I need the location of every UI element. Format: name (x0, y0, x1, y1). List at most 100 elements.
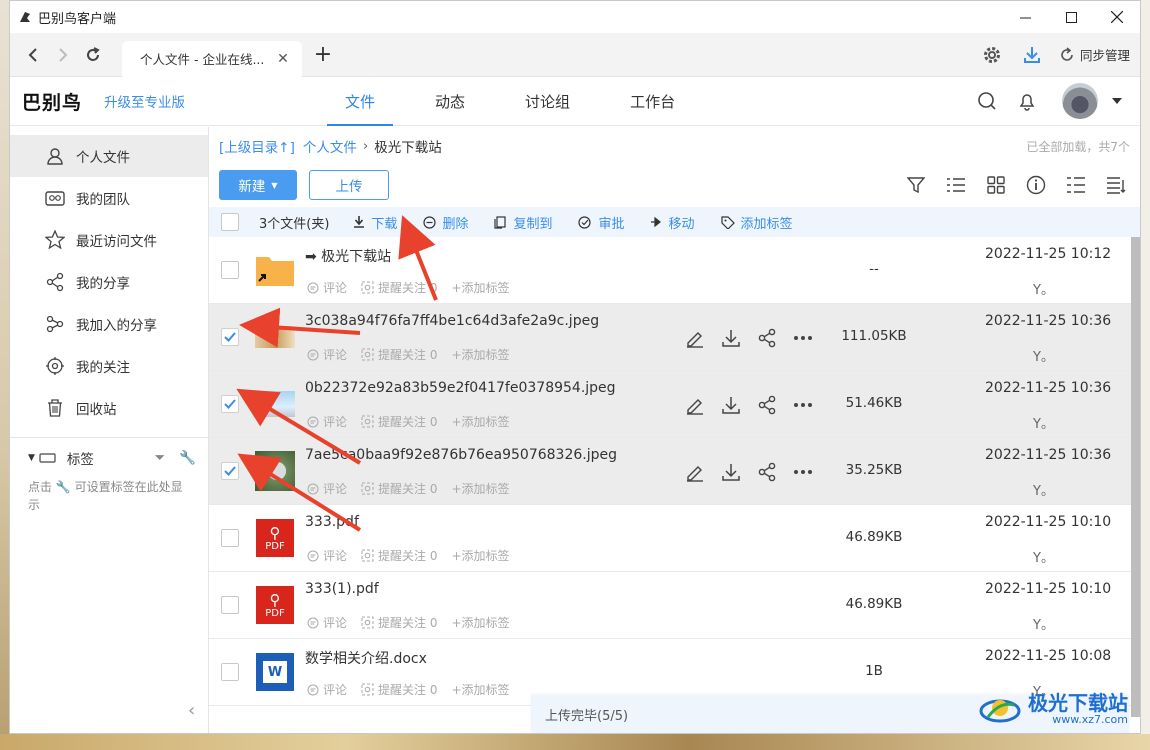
follow-link[interactable]: 提醒关注 0 (361, 480, 437, 497)
forward-button[interactable] (48, 40, 78, 70)
wrench-icon[interactable]: 🔧 (179, 450, 196, 466)
file-name[interactable]: 3c038a94f76fa7ff4be1c64d3afe2a9c.jpeg (305, 313, 599, 329)
add-tag-link[interactable]: +添加标签 (451, 346, 509, 363)
move-button[interactable]: 移动 (650, 213, 695, 232)
download-icon[interactable] (719, 393, 743, 417)
breadcrumb-parent[interactable]: 个人文件 (303, 136, 357, 156)
share-icon[interactable] (755, 460, 779, 484)
share-icon[interactable] (755, 393, 779, 417)
breadcrumb-up[interactable]: [上级目录↑] (219, 136, 295, 156)
add-tag-link[interactable]: +添加标签 (451, 413, 509, 430)
download-button[interactable]: 下载 (353, 213, 397, 232)
file-thumbnail[interactable]: ⚲ PDF (255, 518, 295, 558)
table-row[interactable]: 3c038a94f76fa7ff4be1c64d3afe2a9c.jpeg 评论… (209, 304, 1131, 371)
table-row[interactable]: 7ae5ca0baa9f92e876b76ea950768326.jpeg 评论… (209, 438, 1131, 505)
comment-link[interactable]: 评论 (307, 480, 347, 497)
sidebar-item-my-follows[interactable]: 我的关注 (10, 345, 208, 387)
minimize-button[interactable] (1002, 1, 1048, 33)
scrollbar[interactable] (1131, 237, 1140, 717)
upload-button[interactable]: 上传 (309, 170, 389, 200)
add-tag-link[interactable]: +添加标签 (451, 681, 509, 698)
file-thumbnail[interactable] (255, 384, 295, 424)
file-name[interactable]: ➡ 极光下载站 (305, 246, 391, 266)
row-checkbox[interactable] (221, 663, 239, 681)
sidebar-item-my-team[interactable]: 我的团队 (10, 177, 208, 219)
sidebar-item-recycle-bin[interactable]: 回收站 (10, 387, 208, 429)
file-name[interactable]: 数学相关介绍.docx (305, 648, 427, 668)
bell-icon[interactable] (1014, 88, 1040, 114)
follow-link[interactable]: 提醒关注 0 (361, 681, 437, 698)
row-checkbox[interactable] (221, 395, 239, 413)
download-icon[interactable] (719, 460, 743, 484)
upgrade-link[interactable]: 升级至专业版 (104, 91, 185, 111)
new-tab-button[interactable]: + (306, 40, 340, 70)
file-thumbnail[interactable]: ⚲ PDF (255, 585, 295, 625)
avatar[interactable] (1062, 83, 1098, 119)
add-tag-link[interactable]: +添加标签 (451, 547, 509, 564)
refresh-button[interactable] (78, 40, 108, 70)
share-icon[interactable] (755, 326, 779, 350)
sync-manager-button[interactable]: 同步管理 (1059, 45, 1130, 64)
table-row[interactable]: ⚲ PDF 333(1).pdf 评论 提醒关注 0 +添加标签 46.89KB … (209, 572, 1131, 639)
tab-workbench[interactable]: 工作台 (608, 77, 697, 126)
comment-link[interactable]: 评论 (307, 614, 347, 631)
file-name[interactable]: 333.pdf (305, 514, 359, 530)
tab-activity[interactable]: 动态 (413, 77, 487, 126)
download-icon[interactable] (719, 326, 743, 350)
tab-files[interactable]: 文件 (323, 77, 397, 126)
row-checkbox[interactable] (221, 261, 239, 279)
follow-link[interactable]: 提醒关注 0 (361, 279, 437, 296)
filter-icon[interactable] (904, 173, 928, 197)
browser-tab[interactable]: 个人文件 - 企业在线... ✕ (122, 40, 302, 77)
sort-icon[interactable] (1064, 173, 1088, 197)
file-name[interactable]: 7ae5ca0baa9f92e876b76ea950768326.jpeg (305, 447, 617, 463)
file-thumbnail[interactable] (255, 451, 295, 491)
comment-link[interactable]: 评论 (307, 346, 347, 363)
file-thumbnail[interactable]: W (255, 652, 295, 692)
chevron-down-icon[interactable] (1112, 98, 1122, 104)
add-tag-button[interactable]: 添加标签 (720, 213, 793, 232)
back-button[interactable] (18, 40, 48, 70)
grid-view-icon[interactable] (984, 173, 1008, 197)
follow-link[interactable]: 提醒关注 0 (361, 346, 437, 363)
comment-link[interactable]: 评论 (307, 681, 347, 698)
select-all-checkbox[interactable] (221, 213, 239, 231)
approve-button[interactable]: 审批 (578, 213, 624, 232)
comment-link[interactable]: 评论 (307, 547, 347, 564)
add-tag-link[interactable]: +添加标签 (451, 614, 509, 631)
row-checkbox[interactable] (221, 596, 239, 614)
follow-link[interactable]: 提醒关注 0 (361, 547, 437, 564)
table-row[interactable]: ⚲ PDF 333.pdf 评论 提醒关注 0 +添加标签 46.89KB 202… (209, 505, 1131, 572)
sidebar-item-personal-files[interactable]: 个人文件 (10, 135, 208, 177)
tab-discussion[interactable]: 讨论组 (503, 77, 592, 126)
list-view-icon[interactable] (944, 173, 968, 197)
edit-icon[interactable] (683, 460, 707, 484)
copy-to-button[interactable]: 复制到 (494, 213, 552, 232)
table-row[interactable]: ➡ 极光下载站 评论 提醒关注 0 +添加标签 -- 2022-11-25 10… (209, 237, 1131, 304)
row-checkbox[interactable] (221, 462, 239, 480)
follow-link[interactable]: 提醒关注 0 (361, 413, 437, 430)
collapse-sidebar-icon[interactable]: ‹ (188, 700, 195, 721)
comment-link[interactable]: 评论 (307, 413, 347, 430)
comment-link[interactable]: 评论 (307, 279, 347, 296)
edit-icon[interactable] (683, 393, 707, 417)
sidebar-item-joined-shares[interactable]: 我加入的分享 (10, 303, 208, 345)
new-button[interactable]: 新建 ▼ (219, 170, 297, 200)
sidebar-item-recent[interactable]: 最近访问文件 (10, 219, 208, 261)
tab-close-icon[interactable]: ✕ (276, 51, 290, 67)
file-thumbnail[interactable] (255, 317, 295, 357)
column-settings-icon[interactable] (1104, 173, 1128, 197)
file-name[interactable]: 0b22372e92a83b59e2f0417fe0378954.jpeg (305, 380, 616, 396)
info-icon[interactable] (1024, 173, 1048, 197)
add-tag-link[interactable]: +添加标签 (451, 480, 509, 497)
add-tag-link[interactable]: +添加标签 (451, 279, 509, 296)
download-manager-icon[interactable] (1015, 40, 1049, 70)
close-window-button[interactable] (1094, 1, 1140, 33)
table-row[interactable]: 0b22372e92a83b59e2f0417fe0378954.jpeg 评论… (209, 371, 1131, 438)
follow-link[interactable]: 提醒关注 0 (361, 614, 437, 631)
tags-section-header[interactable]: ▼ 标签 ⏷ 🔧 (10, 438, 208, 478)
delete-button[interactable]: 删除 (423, 213, 468, 232)
filter-icon[interactable]: ⏷ (154, 450, 165, 466)
edit-icon[interactable] (683, 326, 707, 350)
gear-icon[interactable] (975, 40, 1009, 70)
